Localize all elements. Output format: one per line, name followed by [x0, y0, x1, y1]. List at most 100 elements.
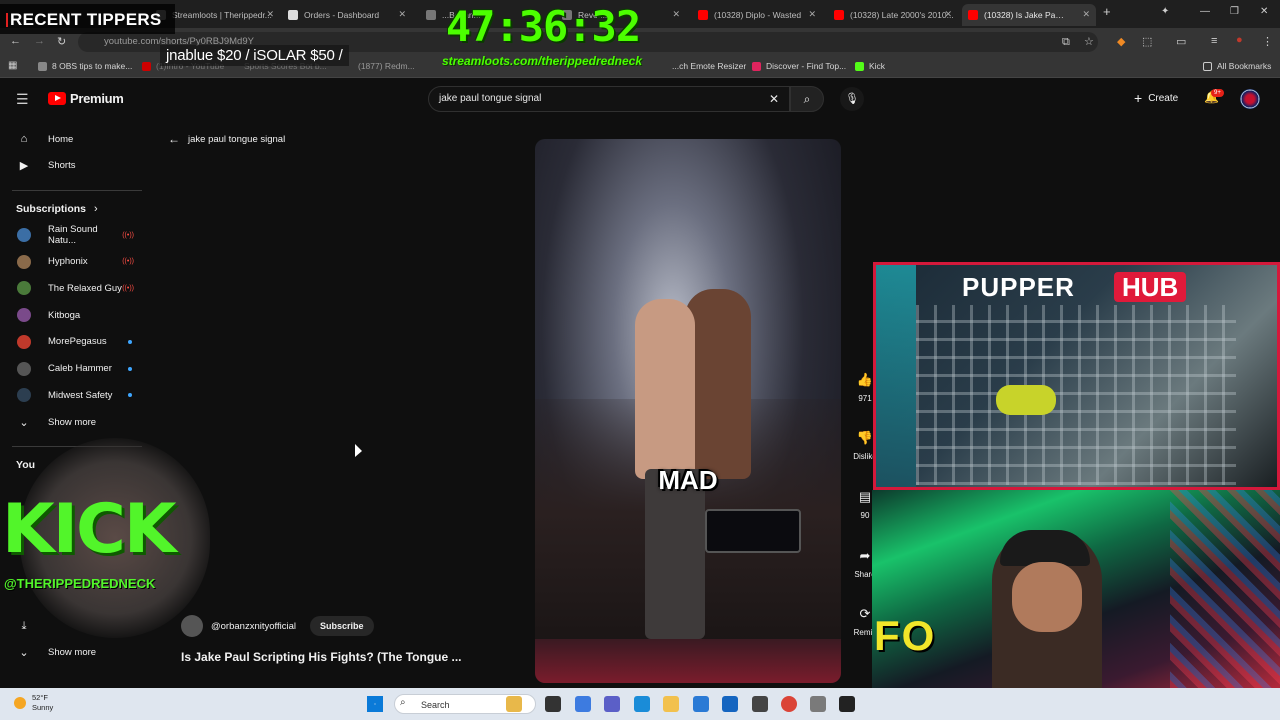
streamloots-url: streamloots.com/therippedredneck [441, 54, 643, 68]
apps-icon[interactable]: ▦ [8, 60, 17, 71]
subscriptions-header[interactable]: Subscriptions › [0, 196, 150, 222]
crate-bars [916, 305, 1236, 485]
hamburger-icon[interactable]: ☰ [16, 91, 29, 108]
hub-badge: HUB [1114, 272, 1187, 302]
video-fighter-left [635, 299, 695, 479]
back-to-search[interactable]: ← jake paul tongue signal [168, 132, 285, 146]
minimize-icon[interactable]: — [1200, 6, 1210, 17]
media-icon[interactable]: ≡ [1211, 35, 1217, 47]
bookmark-discover[interactable]: Discover - Find Top... [752, 61, 846, 71]
tab-late-2000s[interactable]: (10328) Late 2000's 2010... ✕ [828, 4, 958, 26]
forward-icon[interactable]: → [34, 35, 45, 47]
file-explorer-icon[interactable] [663, 696, 679, 712]
mic-button[interactable]: 🎙 [840, 87, 864, 111]
search-button[interactable]: ⌕ [790, 86, 824, 112]
recent-tippers-panel: RECENT TIPPERS [0, 4, 175, 34]
shorts-video-player[interactable]: MAD [535, 139, 841, 683]
widget-icon[interactable] [506, 696, 522, 712]
back-icon[interactable]: ← [10, 35, 21, 47]
reload-icon[interactable]: ↻ [57, 35, 66, 48]
bookmark-kick[interactable]: Kick [855, 61, 885, 71]
search-icon: ⌕ [400, 697, 406, 708]
obs-icon[interactable] [752, 696, 768, 712]
youtube-icon [698, 10, 708, 20]
neon-light [876, 265, 916, 487]
store-icon[interactable] [693, 696, 709, 712]
account-avatar[interactable] [1240, 89, 1260, 109]
sun-icon [14, 697, 26, 709]
home-icon: ⌂ [20, 133, 28, 145]
tab-orders[interactable]: Orders - Dashboard ✕ [282, 4, 412, 26]
folder-icon [1203, 61, 1212, 71]
tab-diplo[interactable]: (10328) Diplo - Wasted ✕ [692, 4, 822, 26]
sidebar-item-subscription[interactable]: Caleb Hammer [0, 356, 150, 382]
chrome-icon[interactable] [781, 696, 797, 712]
kick-logo-text: KICK [2, 490, 177, 569]
new-content-dot-icon [128, 339, 132, 344]
app-icon[interactable] [810, 696, 826, 712]
close-icon[interactable]: ✕ [266, 9, 274, 20]
dog-toy [996, 385, 1056, 415]
restore-icon[interactable]: ❐ [1230, 6, 1239, 17]
menu-icon[interactable]: ⋮ [1262, 35, 1273, 48]
new-tab-icon[interactable]: + [1103, 4, 1111, 19]
video-stage [535, 639, 841, 683]
windows-start-icon[interactable] [367, 696, 383, 712]
new-content-dot-icon [128, 366, 132, 371]
teams-icon[interactable] [604, 696, 620, 712]
profile-icon[interactable]: ● [1236, 34, 1243, 46]
sidebar-item-shorts[interactable]: ▶ Shorts [0, 152, 150, 178]
bookmark-icon [38, 61, 47, 71]
sparkle-icon[interactable]: ✦ [1161, 6, 1169, 17]
screen: Streamloots | Therippedr... ✕ Orders - D… [0, 0, 1280, 720]
weather-widget[interactable]: 52°F Sunny [14, 693, 53, 713]
kick-icon [855, 61, 864, 71]
youtube-icon [48, 92, 66, 105]
search-input[interactable]: jake paul tongue signal ✕ [428, 86, 790, 112]
youtube-icon [142, 61, 151, 71]
bookmark-obs-tips[interactable]: 8 OBS tips to make... [38, 61, 132, 71]
sidebar-item-subscription[interactable]: Hyphonix ((•)) [0, 249, 150, 275]
terminal-icon[interactable] [839, 696, 855, 712]
mouse-cursor [355, 443, 362, 462]
puzzle-icon[interactable]: ⬚ [1142, 35, 1152, 48]
sidebar-icon[interactable]: ▭ [1176, 35, 1186, 48]
edge-icon[interactable] [634, 696, 650, 712]
kick-handle: @THERIPPEDREDNECK [4, 576, 156, 591]
sidebar-item-subscription[interactable]: Rain Sound Natu... ((•)) [0, 222, 150, 248]
copilot-icon[interactable] [575, 696, 591, 712]
channel-avatar [17, 388, 31, 403]
clear-search-icon[interactable]: ✕ [769, 87, 779, 111]
video-phone [705, 509, 801, 553]
close-icon[interactable]: ✕ [1082, 9, 1090, 20]
chevron-right-icon: › [94, 203, 98, 215]
sidebar-item-subscription[interactable]: The Relaxed Guy ((•)) [0, 275, 150, 301]
extension-icon[interactable]: ◆ [1117, 35, 1125, 48]
create-button[interactable]: + Create [1134, 90, 1178, 106]
streamer-cap [1000, 530, 1090, 566]
window-close-icon[interactable]: ✕ [1260, 6, 1268, 17]
task-view-icon[interactable] [545, 696, 561, 712]
dashboard-icon [288, 10, 298, 20]
close-icon[interactable]: ✕ [808, 9, 816, 20]
chevron-down-icon: ⌄ [19, 416, 29, 429]
tab-jake-paul[interactable]: (10328) Is Jake Paul S... ✕ [962, 4, 1096, 26]
shorts-icon: ▶ [19, 159, 29, 172]
bookmark-star-icon[interactable]: ☆ [1084, 35, 1094, 48]
youtube-logo[interactable]: Premium [48, 91, 124, 106]
all-bookmarks[interactable]: All Bookmarks [1203, 61, 1271, 71]
sidebar-item-subscription[interactable]: Kitboga [0, 302, 150, 328]
new-content-dot-icon [128, 393, 132, 398]
sidebar-item-home[interactable]: ⌂ Home [0, 126, 150, 152]
outlook-icon[interactable] [722, 696, 738, 712]
subscribe-button[interactable]: Subscribe [309, 616, 374, 636]
sidebar-item-subscription[interactable]: Midwest Safety [0, 382, 150, 408]
close-icon[interactable]: ✕ [944, 9, 952, 20]
channel-avatar [17, 254, 31, 269]
youtube-icon [834, 10, 844, 20]
arrow-left-icon: ← [168, 132, 180, 146]
sidebar-item-subscription[interactable]: MorePegasus [0, 329, 150, 355]
live-icon: ((•)) [122, 231, 134, 239]
show-more-button[interactable]: ⌄ Show more [0, 409, 150, 435]
cast-icon[interactable]: ⧉ [1062, 36, 1070, 49]
